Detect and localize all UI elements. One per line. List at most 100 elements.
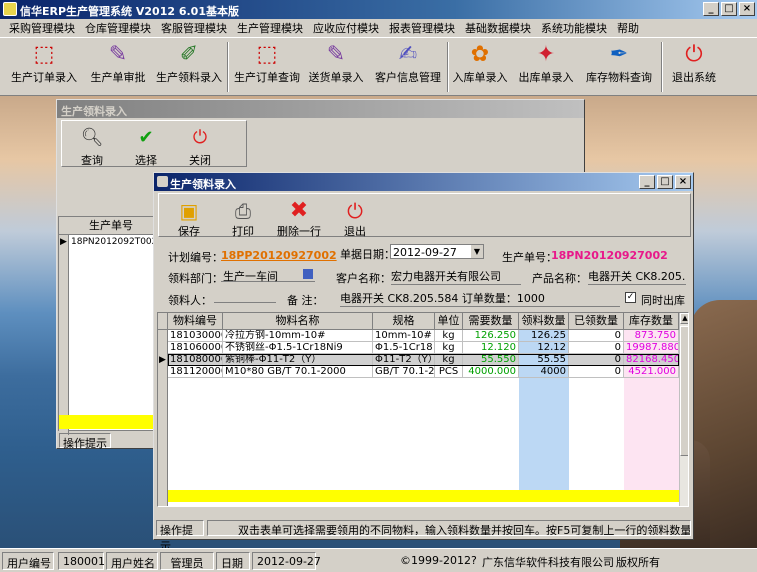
col-pick-qty[interactable]: 领料数量	[519, 313, 569, 330]
inventory-query-button[interactable]: ✒ 库存物料查询	[582, 38, 656, 96]
dept-label: 领料部门：	[168, 272, 223, 285]
menu-reports[interactable]: 报表管理模块	[384, 20, 460, 36]
date-label: 单据日期：	[340, 248, 395, 261]
grid-cell[interactable]: 12.120	[463, 342, 519, 354]
window-icon	[157, 176, 168, 187]
maximize-button[interactable]: □	[721, 2, 737, 16]
close-button[interactable]: ×	[739, 2, 755, 16]
win-maximize-button[interactable]: □	[657, 175, 673, 189]
grid-scrollbar[interactable]: ▲	[679, 313, 688, 506]
stock-out-button[interactable]: ✦ 出库单录入	[516, 38, 576, 96]
picker-field[interactable]	[214, 290, 276, 303]
menu-purchase[interactable]: 采购管理模块	[4, 20, 80, 36]
grid-cell[interactable]: M10*80 GB/T 70.1-2000	[223, 366, 373, 378]
grid-cell[interactable]: 1810600001	[168, 342, 223, 354]
grid-cell[interactable]: 19987.880	[624, 342, 679, 354]
date-field[interactable]: 2012-09-27 ▼	[390, 244, 484, 259]
customer-field[interactable]: 宏力电器开关有限公司	[391, 268, 521, 285]
material-pick-button[interactable]: ✐ 生产领料录入	[154, 38, 224, 96]
chevron-down-icon[interactable]: ▼	[471, 245, 483, 258]
col-material-no[interactable]: 物料编号	[168, 313, 223, 330]
grid-cell[interactable]: 126.250	[463, 330, 519, 342]
window-title: 生产领料录入 _ □ ×	[154, 173, 693, 191]
query-button[interactable]: 🔍︎ 查询	[66, 121, 118, 167]
grid-cell[interactable]: 1810300001	[168, 330, 223, 342]
user-name: 管理员	[160, 552, 214, 570]
printer-icon: ⎙	[235, 199, 251, 223]
stock-in-button[interactable]: ✿ 入库单录入	[452, 38, 508, 96]
grid-cell[interactable]: 4000	[519, 366, 569, 378]
bg-hint-label: 操作提示	[59, 433, 111, 450]
grid-cell[interactable]: 4521.000	[624, 366, 679, 378]
picker-icon[interactable]	[303, 269, 313, 279]
dept-field[interactable]: 生产一车间	[221, 267, 315, 283]
checkmark-icon: ✔	[138, 127, 154, 148]
minimize-button[interactable]: _	[703, 2, 719, 16]
user-no-label: 用户编号	[2, 552, 54, 570]
delete-icon: ✖	[289, 198, 309, 223]
grid-cell[interactable]: 4000.000	[463, 366, 519, 378]
row-pointer-icon: ▶	[159, 355, 166, 365]
magnifier-icon: 🔍︎	[80, 127, 104, 148]
grid-cell[interactable]: 冷拉方钢-10mm-10#	[223, 330, 373, 342]
delivery-entry-button[interactable]: ✎ 送货单录入	[304, 38, 368, 96]
menu-system[interactable]: 系统功能模块	[536, 20, 612, 36]
col-stock-qty[interactable]: 库存数量	[624, 313, 679, 330]
note-field[interactable]: 电器开关 CK8.205.584 订单数量：1000	[340, 290, 620, 307]
pick-icon: ✐	[179, 42, 199, 67]
same-time-out-checkbox[interactable]: ✓	[625, 292, 636, 303]
bg-toolbar: 🔍︎ 查询 ✔ 选择 ⏻ 关闭	[61, 120, 247, 167]
menu-warehouse[interactable]: 仓库管理模块	[80, 20, 156, 36]
user-no: 180001	[58, 552, 105, 570]
list-item[interactable]: 18PN2012092T002	[71, 237, 157, 247]
select-button[interactable]: ✔ 选择	[120, 121, 172, 167]
window-toolbar: ▣ 保存 ⎙ 打印 ✖ 删除一行 ⏻ 退出	[158, 193, 691, 238]
customer-info-button[interactable]: ✍ 客户信息管理	[372, 38, 444, 96]
menu-help[interactable]: 帮助	[612, 20, 644, 36]
grid-cell[interactable]: kg	[435, 342, 463, 354]
product-field[interactable]: 电器开关 CK8.205.	[588, 268, 686, 285]
menu-basic-data[interactable]: 基础数据模块	[460, 20, 536, 36]
grid-cell[interactable]: GB/T 70.1-20	[373, 366, 435, 378]
save-button[interactable]: ▣ 保存	[163, 194, 215, 238]
delete-row-button[interactable]: ✖ 删除一行	[271, 194, 327, 238]
grid-cell[interactable]: kg	[435, 330, 463, 342]
win-close-button[interactable]: ×	[675, 175, 691, 189]
grid-cell[interactable]: 10mm-10#	[373, 330, 435, 342]
plan-no-label: 计划编号：	[168, 251, 223, 264]
col-picked-qty[interactable]: 已领数量	[569, 313, 624, 330]
app-title-bar: 信华ERP生产管理系统 V2012 6.01基本版 _ □ ×	[0, 0, 757, 19]
approve-icon: ✎	[108, 42, 128, 67]
col-spec[interactable]: 规格	[373, 313, 435, 330]
grid-cell[interactable]: 0	[569, 366, 624, 378]
menu-production[interactable]: 生产管理模块	[232, 20, 308, 36]
order-query-button[interactable]: ⬚ 生产订单查询	[232, 38, 302, 96]
col-required-qty[interactable]: 需要数量	[463, 313, 519, 330]
exit-system-button[interactable]: ⏻ 退出系统	[666, 38, 722, 96]
order-approve-button[interactable]: ✎ 生产单审批	[86, 38, 150, 96]
grid-cell[interactable]: PCS	[435, 366, 463, 378]
print-button[interactable]: ⎙ 打印	[217, 194, 269, 238]
checkbox-label: 同时出库	[641, 294, 685, 307]
grid-cell[interactable]: 126.25	[519, 330, 569, 342]
grid-cell[interactable]: 0	[569, 342, 624, 354]
col-material-name[interactable]: 物料名称	[223, 313, 373, 330]
win-minimize-button[interactable]: _	[639, 175, 655, 189]
close-window-button[interactable]: ⏻ 关闭	[174, 121, 226, 167]
user-name-label: 用户姓名	[106, 552, 158, 570]
grid-cell[interactable]: 1811200001	[168, 366, 223, 378]
grid-cell[interactable]: 12.12	[519, 342, 569, 354]
grid-cell[interactable]: 不锈钢丝-Φ1.5-1Cr18Ni9	[223, 342, 373, 354]
menu-service[interactable]: 客服管理模块	[156, 20, 232, 36]
grid-cell[interactable]: 0	[569, 330, 624, 342]
plan-no-link[interactable]: 18PP20120927002	[221, 249, 337, 262]
menu-ar-ap[interactable]: 应收应付模块	[308, 20, 384, 36]
status-date: 2012-09-27	[252, 552, 321, 570]
order-entry-button[interactable]: ⬚ 生产订单录入	[8, 38, 80, 96]
save-icon: ▣	[179, 199, 199, 223]
grid-cell[interactable]: Φ1.5-1Cr18	[373, 342, 435, 354]
bg-window-title: 生产领料录入	[57, 100, 584, 118]
grid-cell[interactable]: 873.750	[624, 330, 679, 342]
exit-button[interactable]: ⏻ 退出	[329, 194, 381, 238]
col-unit[interactable]: 单位	[435, 313, 463, 330]
